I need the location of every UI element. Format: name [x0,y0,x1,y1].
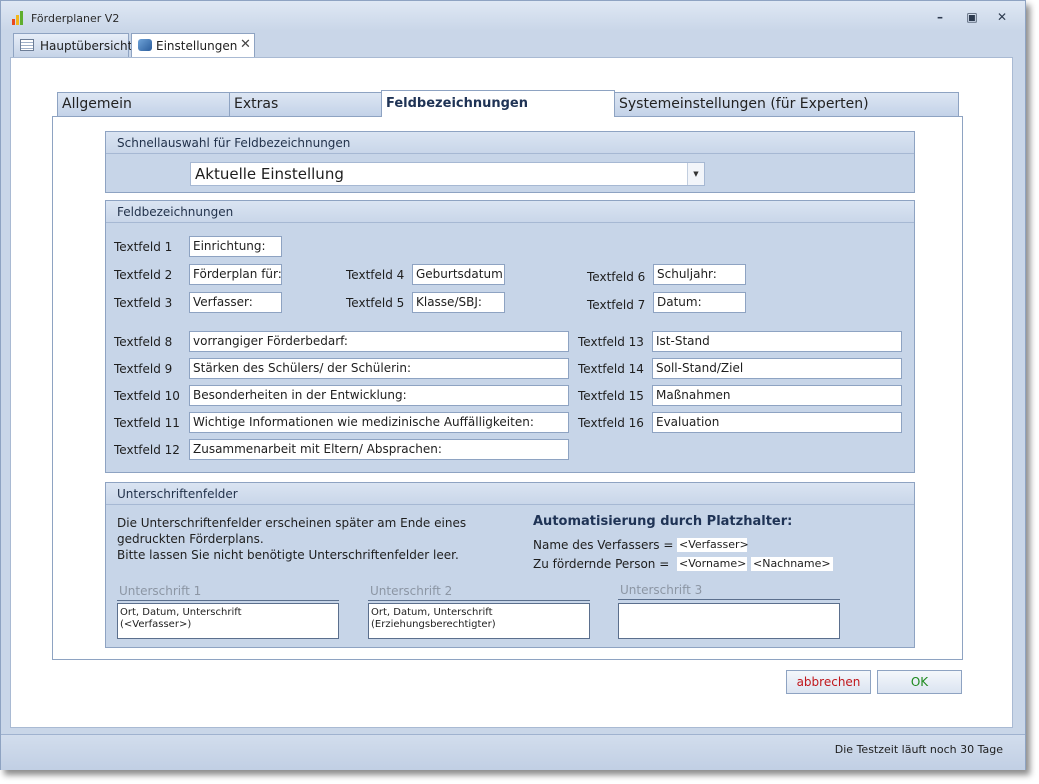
field-input-9[interactable]: Stärken des Schülers/ der Schülerin: [189,358,569,379]
field-label-12: Textfeld 12 [114,443,180,457]
field-label-8: Textfeld 8 [114,335,173,349]
field-label-5: Textfeld 5 [346,296,405,310]
field-input-14[interactable]: Soll-Stand/Ziel [652,358,902,379]
minimize-icon[interactable]: – [931,9,949,25]
trial-status-text: Die Testzeit läuft noch 30 Tage [834,743,1003,756]
tab-label: Extras [234,96,279,112]
group-title: Unterschriftenfelder [117,487,238,501]
group-title: Feldbezeichnungen [117,205,234,219]
signature-divider [117,600,339,601]
close-tab-icon[interactable]: ✕ [240,37,251,52]
tab-label: Allgemein [62,96,132,112]
signature-input-2[interactable]: Ort, Datum, Unterschrift (Erziehungsbere… [368,603,590,639]
ok-button[interactable]: OK [877,670,962,694]
field-input-6[interactable]: Schuljahr: [653,264,746,285]
field-input-13[interactable]: Ist-Stand [652,331,902,352]
title-bar[interactable]: Förderplaner V2 – ▣ ✕ [1,1,1025,31]
tab-label: Systemeinstellungen (für Experten) [619,96,869,112]
signature-text-line: (Erziehungsberechtigter) [371,619,496,630]
tab-extras[interactable]: Extras [229,92,382,116]
field-input-5[interactable]: Klasse/SBJ: [412,292,505,313]
field-input-3[interactable]: Verfasser: [189,292,282,313]
firstname-placeholder: <Vorname> [677,557,747,571]
lastname-placeholder: <Nachname> [751,557,833,571]
field-label-13: Textfeld 13 [578,335,644,349]
signature-info-line: Bitte lassen Sie nicht benötigte Untersc… [117,548,459,562]
close-window-icon[interactable]: ✕ [993,9,1011,25]
author-placeholder: <Verfasser> [677,538,749,552]
field-label-10: Textfeld 10 [114,389,180,403]
list-icon [20,39,34,51]
app-logo-icon [12,11,26,25]
chevron-down-icon[interactable]: ▼ [687,163,704,185]
doc-tab-einstellungen[interactable]: Einstellungen ✕ [131,33,255,58]
signature-title-2: Unterschrift 2 [370,584,453,598]
status-bar: Die Testzeit läuft noch 30 Tage [1,734,1025,770]
field-label-2: Textfeld 2 [114,268,173,282]
field-label-3: Textfeld 3 [114,296,173,310]
window-title: Förderplaner V2 [31,12,120,25]
field-input-11[interactable]: Wichtige Informationen wie medizinische … [189,412,569,433]
signature-info-line: Die Unterschriftenfelder erscheinen spät… [117,516,467,530]
maximize-icon[interactable]: ▣ [963,9,981,25]
person-label: Zu fördernde Person = [533,557,670,571]
field-label-14: Textfeld 14 [578,362,644,376]
tab-systemeinstellungen[interactable]: Systemeinstellungen (für Experten) [614,92,959,116]
settings-icon [138,39,152,51]
field-input-4[interactable]: Geburtsdatum: [412,264,505,285]
signature-text-line: Ort, Datum, Unterschrift [371,607,493,618]
tab-feldbezeichnungen[interactable]: Feldbezeichnungen [381,90,615,117]
signature-input-3[interactable] [618,603,840,639]
doc-tab-label: Einstellungen [156,39,238,53]
field-input-1[interactable]: Einrichtung: [189,236,282,257]
placeholder-heading: Automatisierung durch Platzhalter: [533,514,793,529]
group-title: Schnellauswahl für Feldbezeichnungen [117,136,351,150]
field-label-15: Textfeld 15 [578,389,644,403]
field-input-16[interactable]: Evaluation [652,412,902,433]
doc-tab-label: Hauptübersicht [40,39,133,53]
cancel-button[interactable]: abbrechen [786,670,871,694]
dropdown-value: Aktuelle Einstellung [195,165,344,183]
signature-divider [368,600,590,601]
doc-tab-hauptuebersicht[interactable]: Hauptübersicht [13,33,133,57]
field-label-9: Textfeld 9 [114,362,173,376]
field-label-1: Textfeld 1 [114,240,173,254]
field-label-16: Textfeld 16 [578,416,644,430]
signature-title-3: Unterschrift 3 [620,583,703,597]
tab-label: Feldbezeichnungen [386,96,528,111]
author-label: Name des Verfassers = [533,538,674,552]
field-input-10[interactable]: Besonderheiten in der Entwicklung: [189,385,569,406]
signature-divider [618,599,840,600]
quick-select-dropdown[interactable]: Aktuelle Einstellung ▼ [190,162,705,186]
tab-allgemein[interactable]: Allgemein [57,92,230,116]
signature-title-1: Unterschrift 1 [119,584,202,598]
field-label-6: Textfeld 6 [587,270,646,284]
field-input-8[interactable]: vorrangiger Förderbedarf: [189,331,569,352]
field-input-7[interactable]: Datum: [653,292,746,313]
signature-info-line: gedruckten Förderplans. [117,532,264,546]
signature-text-line: (<Verfasser>) [120,619,192,630]
signature-input-1[interactable]: Ort, Datum, Unterschrift (<Verfasser>) [117,603,339,639]
field-input-2[interactable]: Förderplan für: [189,264,282,285]
signature-text-line: Ort, Datum, Unterschrift [120,607,242,618]
field-label-7: Textfeld 7 [587,298,646,312]
field-input-12[interactable]: Zusammenarbeit mit Eltern/ Absprachen: [189,439,569,460]
field-label-4: Textfeld 4 [346,268,405,282]
field-label-11: Textfeld 11 [114,416,180,430]
field-input-15[interactable]: Maßnahmen [652,385,902,406]
